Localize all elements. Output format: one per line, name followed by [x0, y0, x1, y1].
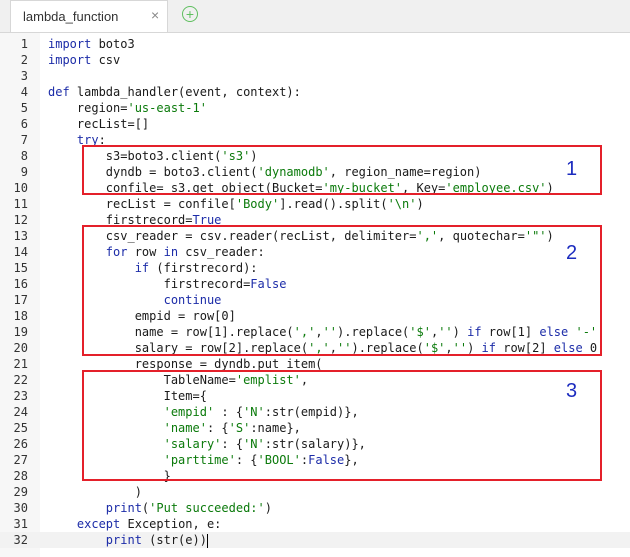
- code-line: 6 recList=[]: [0, 116, 630, 132]
- annotation-label-1: 1: [566, 158, 578, 180]
- code-token: region=: [48, 101, 128, 115]
- code-line: 11 recList = confile['Body'].read().spli…: [0, 196, 630, 212]
- line-number: 19: [13, 325, 28, 339]
- code-line: 30 print('Put succeeded:'): [0, 500, 630, 516]
- line-number: 14: [13, 245, 28, 259]
- annotation-label-3: 3: [566, 380, 578, 402]
- code-token: boto3: [91, 37, 135, 51]
- code-token: 'Body': [235, 197, 280, 211]
- line-number: 18: [13, 309, 28, 323]
- code-text: except Exception, e:: [48, 516, 222, 532]
- line-number: 3: [20, 69, 28, 83]
- text-cursor: [206, 533, 208, 548]
- line-number: 17: [13, 293, 28, 307]
- annotation-box-3: [82, 370, 602, 481]
- line-number: 20: [13, 341, 28, 355]
- code-token: ): [416, 197, 424, 211]
- code-text: def lambda_handler(event, context):: [48, 84, 301, 100]
- code-token: Exception, e:: [120, 517, 222, 531]
- line-number: 31: [13, 517, 28, 531]
- code-line: 29 ): [0, 484, 630, 500]
- line-number: 22: [13, 373, 28, 387]
- line-number: 12: [13, 213, 28, 227]
- code-text: print('Put succeeded:'): [48, 500, 272, 516]
- code-text: recList=[]: [48, 116, 149, 132]
- code-line: 3: [0, 68, 630, 84]
- code-token: ): [48, 485, 142, 499]
- add-tab-icon[interactable]: +: [182, 6, 198, 22]
- code-token: '\n': [387, 197, 417, 211]
- code-text: region='us-east-1': [48, 100, 207, 116]
- line-number: 32: [13, 533, 28, 547]
- code-token: recList=[]: [48, 117, 150, 131]
- code-token: ): [264, 501, 272, 515]
- line-number: 4: [20, 85, 28, 99]
- line-number: 16: [13, 277, 28, 291]
- line-number: 23: [13, 389, 28, 403]
- line-number: 1: [20, 37, 28, 51]
- line-number: 30: [13, 501, 28, 515]
- code-token: 'us-east-1': [127, 101, 207, 115]
- code-token: print: [105, 533, 142, 547]
- code-token: print: [105, 501, 142, 515]
- tab-bar: lambda_function × +: [0, 0, 630, 33]
- line-number: 21: [13, 357, 28, 371]
- code-token: except: [76, 517, 121, 531]
- code-line: 4 def lambda_handler(event, context):: [0, 84, 630, 100]
- line-number: 25: [13, 421, 28, 435]
- tab-label: lambda_function: [23, 9, 119, 24]
- line-number: 9: [20, 165, 28, 179]
- code-token: csv: [91, 53, 121, 67]
- close-icon[interactable]: ×: [151, 7, 159, 23]
- code-token: (str(e)): [141, 533, 207, 547]
- code-token: lambda_handler(event, context):: [69, 85, 301, 99]
- line-number: 7: [20, 133, 28, 147]
- line-number: 13: [13, 229, 28, 243]
- code-token: response = dyndb.put_item(: [48, 357, 323, 371]
- line-number: 11: [13, 197, 28, 211]
- line-number: 26: [13, 437, 28, 451]
- line-number: 28: [13, 469, 28, 483]
- code-line: 31 except Exception, e:: [0, 516, 630, 532]
- code-text: import csv: [48, 52, 120, 68]
- line-number: 6: [20, 117, 28, 131]
- code-text: print (str(e)): [48, 532, 208, 548]
- code-text: import boto3: [48, 36, 135, 52]
- code-token: recList = confile[: [48, 197, 236, 211]
- code-token: 'Put succeeded:': [149, 501, 265, 515]
- code-text: ): [48, 484, 142, 500]
- line-number: 8: [20, 149, 28, 163]
- line-number: 15: [13, 261, 28, 275]
- line-number: 10: [13, 181, 28, 195]
- code-token: import: [48, 37, 92, 51]
- code-token: ].read().split(: [279, 197, 388, 211]
- line-number: 24: [13, 405, 28, 419]
- annotation-label-2: 2: [566, 242, 578, 264]
- code-line: 5 region='us-east-1': [0, 100, 630, 116]
- code-line: 2 import csv: [0, 52, 630, 68]
- line-number: 29: [13, 485, 28, 499]
- line-number: 2: [20, 53, 28, 67]
- code-line: 32 print (str(e)): [0, 532, 630, 548]
- code-line: 1 import boto3: [0, 36, 630, 52]
- code-token: import: [48, 53, 92, 67]
- line-number: 27: [13, 453, 28, 467]
- code-text: recList = confile['Body'].read().split('…: [48, 196, 424, 212]
- annotation-box-1: [82, 145, 602, 195]
- line-number: 5: [20, 101, 28, 115]
- tab-lambda-function[interactable]: lambda_function ×: [10, 0, 168, 32]
- code-token: def: [48, 85, 70, 99]
- annotation-box-2: [82, 225, 602, 356]
